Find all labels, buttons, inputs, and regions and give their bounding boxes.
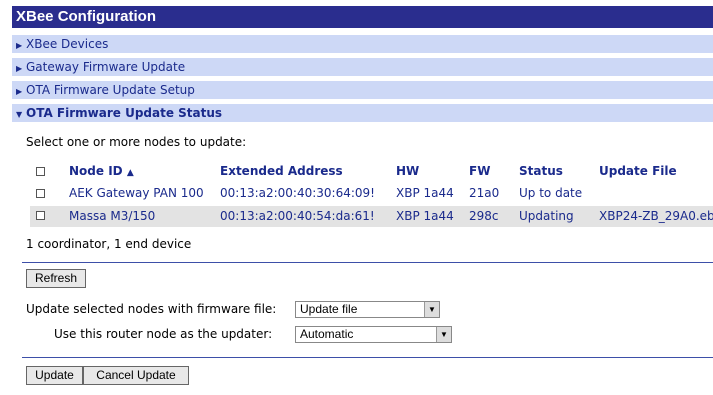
- row-checkbox[interactable]: [36, 189, 45, 198]
- chevron-down-icon: ▼: [436, 327, 451, 342]
- firmware-file-selected: Update file: [300, 302, 358, 316]
- firmware-file-label: Update selected nodes with firmware file…: [26, 302, 277, 316]
- chevron-down-icon: ▼: [424, 302, 439, 317]
- fw-cell: 21a0: [469, 186, 500, 200]
- status-cell: Up to date: [519, 186, 583, 200]
- section-label: OTA Firmware Update Status: [26, 106, 223, 120]
- chevron-right-icon: ▶: [16, 41, 23, 50]
- hw-cell: XBP 1a44: [396, 209, 454, 223]
- section-ota-firmware-update-setup[interactable]: ▶ OTA Firmware Update Setup: [12, 81, 713, 99]
- refresh-button[interactable]: Refresh: [26, 269, 86, 288]
- column-label: Node ID: [69, 164, 123, 178]
- column-header-update-file[interactable]: Update File: [599, 164, 677, 178]
- node-id-link[interactable]: AEK Gateway PAN 100: [69, 186, 204, 200]
- extended-address-cell: 00:13:a2:00:40:54:da:61!: [220, 209, 375, 223]
- status-cell: Updating: [519, 209, 574, 223]
- divider: [22, 262, 713, 263]
- section-gateway-firmware-update[interactable]: ▶ Gateway Firmware Update: [12, 58, 713, 76]
- firmware-file-select[interactable]: Update file ▼: [295, 301, 440, 318]
- cancel-update-button[interactable]: Cancel Update: [83, 366, 189, 385]
- node-summary: 1 coordinator, 1 end device: [26, 237, 192, 251]
- column-header-fw[interactable]: FW: [469, 164, 490, 178]
- update-file-cell: XBP24-ZB_29A0.eb: [599, 209, 713, 223]
- sort-ascending-icon: ▲: [126, 168, 134, 178]
- chevron-down-icon: ▼: [16, 110, 23, 119]
- select-nodes-prompt: Select one or more nodes to update:: [26, 135, 247, 149]
- router-node-selected: Automatic: [300, 327, 354, 341]
- section-label: Gateway Firmware Update: [26, 60, 186, 74]
- hw-cell: XBP 1a44: [396, 186, 454, 200]
- section-label: OTA Firmware Update Setup: [26, 83, 195, 97]
- chevron-right-icon: ▶: [16, 87, 23, 96]
- router-node-label: Use this router node as the updater:: [54, 327, 273, 341]
- extended-address-cell: 00:13:a2:00:40:30:64:09!: [220, 186, 375, 200]
- fw-cell: 298c: [469, 209, 499, 223]
- column-header-node-id[interactable]: Node ID ▲: [69, 164, 134, 178]
- section-ota-firmware-update-status[interactable]: ▼ OTA Firmware Update Status: [12, 104, 713, 122]
- update-button[interactable]: Update: [26, 366, 83, 385]
- chevron-right-icon: ▶: [16, 64, 23, 73]
- column-header-hw[interactable]: HW: [396, 164, 419, 178]
- node-id-link[interactable]: Massa M3/150: [69, 209, 155, 223]
- section-xbee-devices[interactable]: ▶ XBee Devices: [12, 35, 713, 53]
- column-header-status[interactable]: Status: [519, 164, 563, 178]
- row-checkbox[interactable]: [36, 211, 45, 220]
- divider: [22, 357, 713, 358]
- page-title: XBee Configuration: [12, 6, 713, 28]
- section-label: XBee Devices: [26, 37, 109, 51]
- router-node-select[interactable]: Automatic ▼: [295, 326, 452, 343]
- column-header-extended-address[interactable]: Extended Address: [220, 164, 343, 178]
- select-all-checkbox[interactable]: [36, 167, 45, 176]
